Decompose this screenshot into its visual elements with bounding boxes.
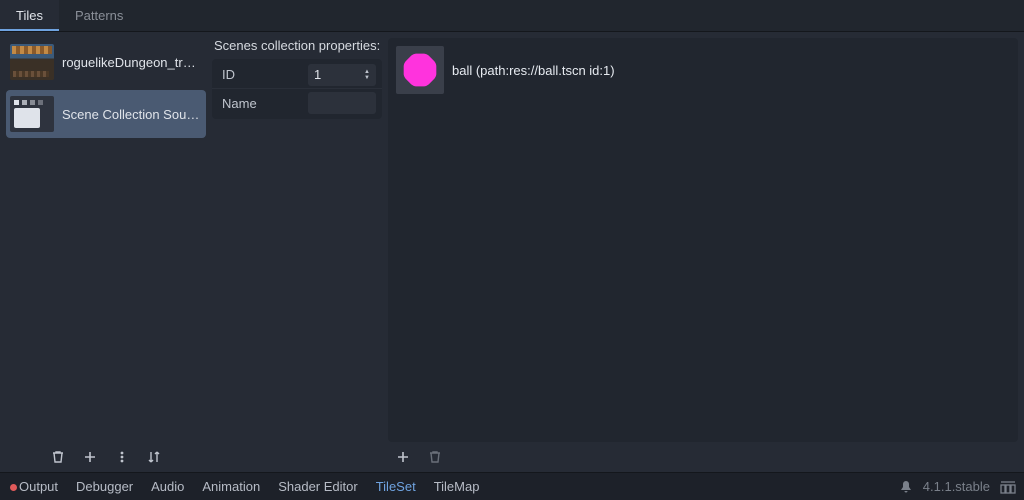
version-label: 4.1.1.stable: [923, 479, 990, 494]
bottom-tab-audio[interactable]: Audio: [151, 479, 184, 494]
output-indicator-icon: [10, 484, 17, 491]
notifications-icon[interactable]: [899, 480, 913, 494]
trash-icon[interactable]: [49, 448, 67, 466]
tile-preview: [396, 46, 444, 94]
more-icon[interactable]: [113, 448, 131, 466]
add-icon[interactable]: [394, 448, 412, 466]
bottom-tab-shader-editor[interactable]: Shader Editor: [278, 479, 358, 494]
layout-icon[interactable]: [1000, 480, 1014, 494]
bottom-tab-output[interactable]: Output: [10, 479, 58, 494]
source-label: roguelikeDungeon_tran…: [62, 55, 202, 70]
sources-panel: roguelikeDungeon_tran… Scene Collection …: [6, 38, 206, 466]
tileset-main: roguelikeDungeon_tran… Scene Collection …: [0, 32, 1024, 472]
add-icon[interactable]: [81, 448, 99, 466]
ball-sprite-icon: [403, 53, 437, 87]
property-label: ID: [212, 67, 302, 82]
properties-grid: ID 1 ▲▼ Name: [212, 59, 382, 119]
bottom-tab-tileset[interactable]: TileSet: [376, 479, 416, 494]
properties-title: Scenes collection properties:: [214, 38, 382, 53]
tile-label: ball (path:res://ball.tscn id:1): [452, 63, 615, 78]
property-row-name: Name: [212, 89, 382, 117]
source-item[interactable]: Scene Collection Source…: [6, 90, 206, 138]
sort-icon[interactable]: [145, 448, 163, 466]
sources-toolbar: [6, 442, 206, 466]
tiles-area: ball (path:res://ball.tscn id:1): [388, 38, 1018, 442]
id-value: 1: [314, 67, 321, 82]
bottom-tab-tilemap[interactable]: TileMap: [434, 479, 480, 494]
sources-list: roguelikeDungeon_tran… Scene Collection …: [6, 38, 206, 442]
tileset-top-tabs: Tiles Patterns: [0, 0, 1024, 32]
spinbox-arrows-icon: ▲▼: [364, 69, 370, 81]
source-label: Scene Collection Source…: [62, 107, 202, 122]
property-row-id: ID 1 ▲▼: [212, 61, 382, 89]
source-item[interactable]: roguelikeDungeon_tran…: [6, 38, 206, 86]
source-thumbnail: [10, 96, 54, 132]
tile-item[interactable]: ball (path:res://ball.tscn id:1): [394, 44, 1012, 96]
tab-tiles[interactable]: Tiles: [0, 0, 59, 31]
bottom-bar: Output Debugger Audio Animation Shader E…: [0, 472, 1024, 500]
tiles-panel: ball (path:res://ball.tscn id:1): [388, 38, 1018, 466]
property-label: Name: [212, 96, 302, 111]
bottom-tab-debugger[interactable]: Debugger: [76, 479, 133, 494]
properties-panel: Scenes collection properties: ID 1 ▲▼ Na…: [212, 38, 382, 466]
name-input[interactable]: [308, 92, 376, 114]
trash-icon[interactable]: [426, 448, 444, 466]
source-thumbnail: [10, 44, 54, 80]
status-bar: 4.1.1.stable: [899, 479, 1014, 494]
bottom-tab-animation[interactable]: Animation: [202, 479, 260, 494]
tab-patterns[interactable]: Patterns: [59, 0, 139, 31]
id-spinbox[interactable]: 1 ▲▼: [308, 64, 376, 86]
tiles-toolbar: [388, 442, 1018, 466]
